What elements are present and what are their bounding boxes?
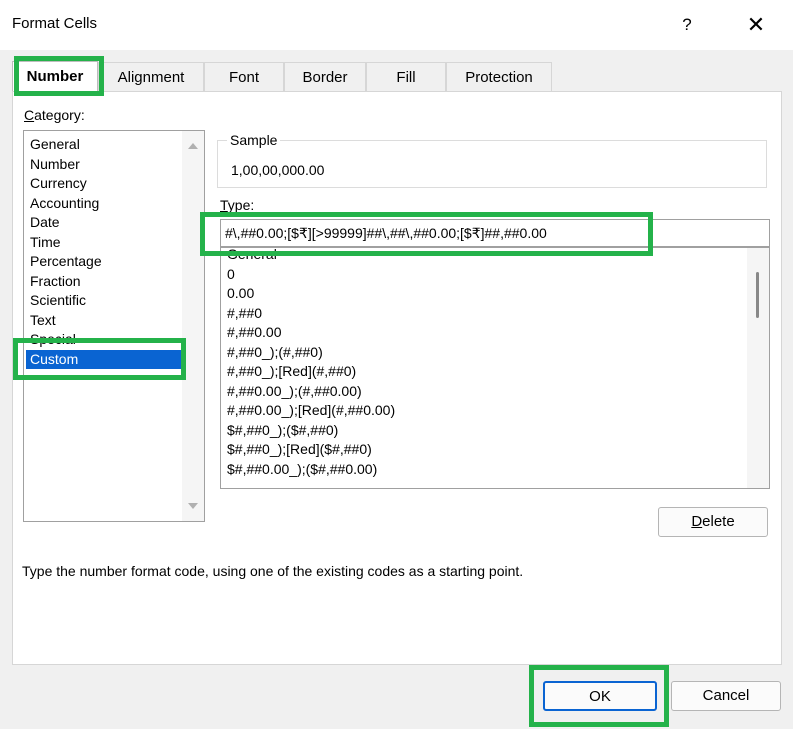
hint-text: Type the number format code, using one o… <box>22 563 524 579</box>
help-button[interactable]: ? <box>670 8 704 42</box>
tab-font[interactable]: Font <box>204 62 284 92</box>
cancel-button[interactable]: Cancel <box>671 681 781 711</box>
type-item[interactable]: 0.00 <box>227 284 254 303</box>
format-cells-dialog: Format Cells ? ✕ Number Alignment Font B… <box>0 0 793 729</box>
category-item-text[interactable]: Text <box>28 311 180 330</box>
type-item[interactable]: #,##0_);(#,##0) <box>227 343 323 362</box>
category-item-scientific[interactable]: Scientific <box>28 291 180 310</box>
category-item-time[interactable]: Time <box>28 233 180 252</box>
category-item-number[interactable]: Number <box>28 155 180 174</box>
category-item-special[interactable]: Special <box>28 330 180 349</box>
dialog-title: Format Cells <box>12 15 98 32</box>
close-icon[interactable]: ✕ <box>736 8 776 42</box>
tab-protection[interactable]: Protection <box>446 62 552 92</box>
delete-button[interactable]: Delete <box>658 507 768 537</box>
tab-alignment[interactable]: Alignment <box>98 62 204 92</box>
type-item[interactable]: General <box>227 248 277 264</box>
type-list[interactable]: General 0 0.00 #,##0 #,##0.00 #,##0_);(#… <box>220 247 770 489</box>
category-item-general[interactable]: General <box>28 135 180 154</box>
category-item-fraction[interactable]: Fraction <box>28 272 180 291</box>
type-item[interactable]: $#,##0.00_);($#,##0.00) <box>227 460 377 479</box>
category-item-accounting[interactable]: Accounting <box>28 194 180 213</box>
category-list[interactable]: General Number Currency Accounting Date … <box>23 130 205 522</box>
type-label: Type: <box>220 197 255 213</box>
tab-strip: Number Alignment Font Border Fill Protec… <box>12 61 782 93</box>
scroll-thumb[interactable] <box>756 272 759 318</box>
type-item[interactable]: $#,##0_);[Red]($#,##0) <box>227 440 372 459</box>
category-item-currency[interactable]: Currency <box>28 174 180 193</box>
type-input[interactable]: #\,##0.00;[$₹][>99999]##\,##\,##0.00;[$₹… <box>220 219 770 247</box>
type-item[interactable]: #,##0 <box>227 304 262 323</box>
category-item-percentage[interactable]: Percentage <box>28 252 180 271</box>
type-item[interactable]: 0 <box>227 265 235 284</box>
scroll-down-icon[interactable] <box>188 503 198 509</box>
tab-fill[interactable]: Fill <box>366 62 446 92</box>
type-item[interactable]: #,##0.00_);(#,##0.00) <box>227 382 362 401</box>
type-scrollbar[interactable] <box>747 248 769 488</box>
scroll-up-icon[interactable] <box>188 143 198 149</box>
type-item[interactable]: $#,##0_);($#,##0) <box>227 421 338 440</box>
category-item-date[interactable]: Date <box>28 213 180 232</box>
category-scrollbar[interactable] <box>182 131 204 521</box>
type-item[interactable]: #,##0.00 <box>227 323 282 342</box>
category-label: Category: <box>24 107 85 123</box>
type-item[interactable]: #,##0_);[Red](#,##0) <box>227 362 356 381</box>
title-bar: Format Cells ? ✕ <box>0 0 793 50</box>
ok-button[interactable]: OK <box>543 681 657 711</box>
sample-label: Sample <box>227 132 281 148</box>
tab-border[interactable]: Border <box>284 62 366 92</box>
category-item-custom[interactable]: Custom <box>26 349 183 369</box>
tab-number[interactable]: Number <box>12 61 98 93</box>
type-item[interactable]: #,##0.00_);[Red](#,##0.00) <box>227 401 395 420</box>
sample-value: 1,00,00,000.00 <box>231 162 325 178</box>
